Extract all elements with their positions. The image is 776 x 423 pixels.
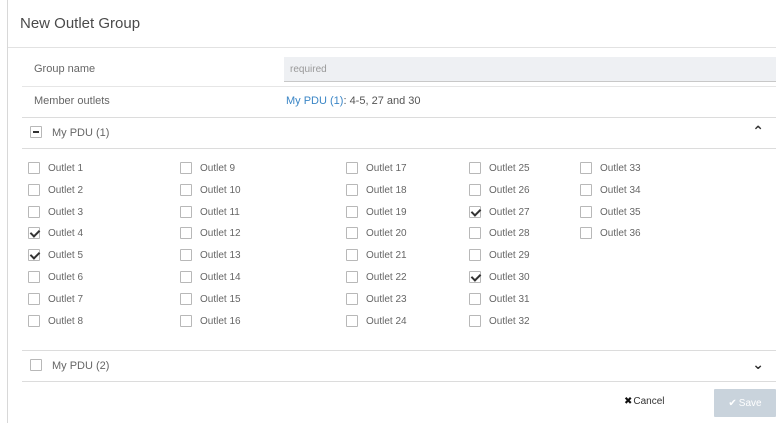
- outlet-label: Outlet 34: [600, 184, 641, 196]
- outlet-checkbox[interactable]: [28, 314, 40, 327]
- outlet-checkbox[interactable]: [180, 249, 192, 262]
- outlet-label: Outlet 15: [200, 293, 241, 305]
- pdu-1-checkbox[interactable]: [30, 126, 42, 138]
- outlet-checkbox[interactable]: [346, 205, 358, 218]
- outlet-checkbox[interactable]: [346, 271, 358, 283]
- outlet-checkbox[interactable]: [180, 314, 192, 327]
- check-icon: ✔: [728, 397, 737, 409]
- group-name-input[interactable]: [284, 57, 776, 82]
- outlet-label: Outlet 26: [489, 184, 530, 196]
- outlet-label: Outlet 6: [48, 272, 84, 283]
- outlet-label: Outlet 27: [489, 206, 530, 218]
- group-name-row: Group name: [22, 54, 776, 86]
- group-name-label: Group name: [34, 63, 96, 75]
- outlet-checkbox[interactable]: [28, 227, 40, 240]
- outlet-label: Outlet 3: [48, 206, 84, 218]
- outlet-label: Outlet 9: [200, 163, 236, 174]
- dialog-title: New Outlet Group: [20, 15, 141, 32]
- outlet-label: Outlet 11: [200, 206, 240, 218]
- outlet-checkbox[interactable]: [469, 271, 481, 283]
- outlet-checkbox[interactable]: [346, 249, 358, 262]
- outlet-label: Outlet 25: [489, 163, 530, 174]
- outlet-label: Outlet 29: [489, 250, 530, 262]
- member-outlets-pdu-link[interactable]: My PDU (1): [286, 95, 343, 107]
- outlet-label: Outlet 8: [48, 315, 84, 327]
- outlet-checkbox[interactable]: [28, 292, 40, 305]
- outlet-label: Outlet 31: [489, 293, 530, 305]
- outlet-label: Outlet 5: [48, 250, 84, 262]
- outlet-label: Outlet 13: [200, 250, 241, 262]
- outlet-checkbox[interactable]: [580, 227, 592, 240]
- outlet-checkbox[interactable]: [28, 162, 40, 174]
- member-outlets-list: : 4-5, 27 and 30: [343, 95, 421, 107]
- outlet-checkbox[interactable]: [180, 162, 192, 174]
- pdu-1-label: My PDU (1): [52, 127, 110, 139]
- outlet-checkbox[interactable]: [180, 205, 192, 218]
- outlet-checkbox[interactable]: [346, 162, 358, 174]
- outlet-checkbox[interactable]: [580, 205, 592, 218]
- member-outlets-label: Member outlets: [34, 95, 110, 107]
- outlet-checkbox[interactable]: [469, 183, 481, 196]
- close-icon: ✖: [624, 396, 633, 407]
- outlet-checkbox[interactable]: [469, 227, 481, 240]
- outlet-label: Outlet 36: [600, 228, 641, 240]
- save-label: Save: [738, 397, 762, 409]
- outlet-checkbox[interactable]: [180, 183, 192, 196]
- pdu-1-header[interactable]: My PDU (1) ⌃: [22, 117, 776, 149]
- chevron-up-icon[interactable]: ⌃: [752, 123, 764, 140]
- outlet-checkbox[interactable]: [28, 271, 40, 283]
- outlet-checkbox[interactable]: [346, 183, 358, 196]
- save-button[interactable]: ✔ Save: [714, 389, 776, 417]
- outlet-label: Outlet 14: [200, 272, 241, 283]
- outlet-label: Outlet 17: [366, 163, 407, 174]
- outlet-checkbox[interactable]: [28, 249, 40, 262]
- outlet-label: Outlet 24: [366, 315, 407, 327]
- outlet-checkbox[interactable]: [580, 183, 592, 196]
- outlet-label: Outlet 7: [48, 293, 84, 305]
- outlet-checkbox[interactable]: [346, 227, 358, 240]
- outlet-label: Outlet 20: [366, 228, 407, 240]
- outlet-label: Outlet 18: [366, 184, 407, 196]
- outlet-label: Outlet 21: [366, 250, 407, 262]
- member-outlets-value: My PDU (1): 4-5, 27 and 30: [286, 95, 421, 107]
- outlet-checkbox[interactable]: [28, 183, 40, 196]
- outlet-checkbox[interactable]: [469, 292, 481, 305]
- dialog-actions: ✖Cancel ✔ Save: [576, 388, 776, 418]
- outlet-label: Outlet 28: [489, 228, 530, 240]
- outlet-checkbox[interactable]: [346, 292, 358, 305]
- chevron-down-icon[interactable]: ⌄: [752, 356, 764, 373]
- outlet-checkbox[interactable]: [469, 314, 481, 327]
- outlet-label: Outlet 10: [200, 184, 241, 196]
- outlet-label: Outlet 33: [600, 163, 641, 174]
- outlet-checkbox[interactable]: [469, 205, 481, 218]
- outlet-label: Outlet 32: [489, 315, 530, 327]
- outlet-label: Outlet 16: [200, 315, 241, 327]
- outlet-label: Outlet 1: [48, 163, 84, 174]
- title-divider: [8, 47, 776, 48]
- outlet-label: Outlet 35: [600, 206, 641, 218]
- outlet-checkbox[interactable]: [180, 292, 192, 305]
- outlet-checkbox[interactable]: [469, 249, 481, 262]
- outlet-label: Outlet 12: [200, 228, 241, 240]
- member-outlets-row: Member outlets My PDU (1): 4-5, 27 and 3…: [22, 86, 776, 118]
- cancel-label: Cancel: [633, 396, 665, 407]
- outlet-checkbox[interactable]: [28, 205, 40, 218]
- outlet-label: Outlet 2: [48, 184, 84, 196]
- pdu-2-header[interactable]: My PDU (2) ⌄: [22, 350, 776, 382]
- outlet-label: Outlet 22: [366, 272, 407, 283]
- pdu-2-checkbox[interactable]: [30, 359, 42, 371]
- outlet-checkbox[interactable]: [580, 162, 592, 174]
- outlet-label: Outlet 4: [48, 228, 84, 240]
- dialog-left-border: [7, 0, 8, 423]
- pdu-2-label: My PDU (2): [52, 360, 110, 372]
- outlet-label: Outlet 19: [366, 206, 407, 218]
- outlet-checkbox[interactable]: [346, 314, 358, 327]
- cancel-button[interactable]: ✖Cancel: [624, 396, 665, 407]
- outlet-label: Outlet 30: [489, 272, 530, 283]
- outlet-label: Outlet 23: [366, 293, 407, 305]
- outlet-checkbox[interactable]: [469, 162, 481, 174]
- outlet-checkbox[interactable]: [180, 271, 192, 283]
- outlet-checkbox[interactable]: [180, 227, 192, 240]
